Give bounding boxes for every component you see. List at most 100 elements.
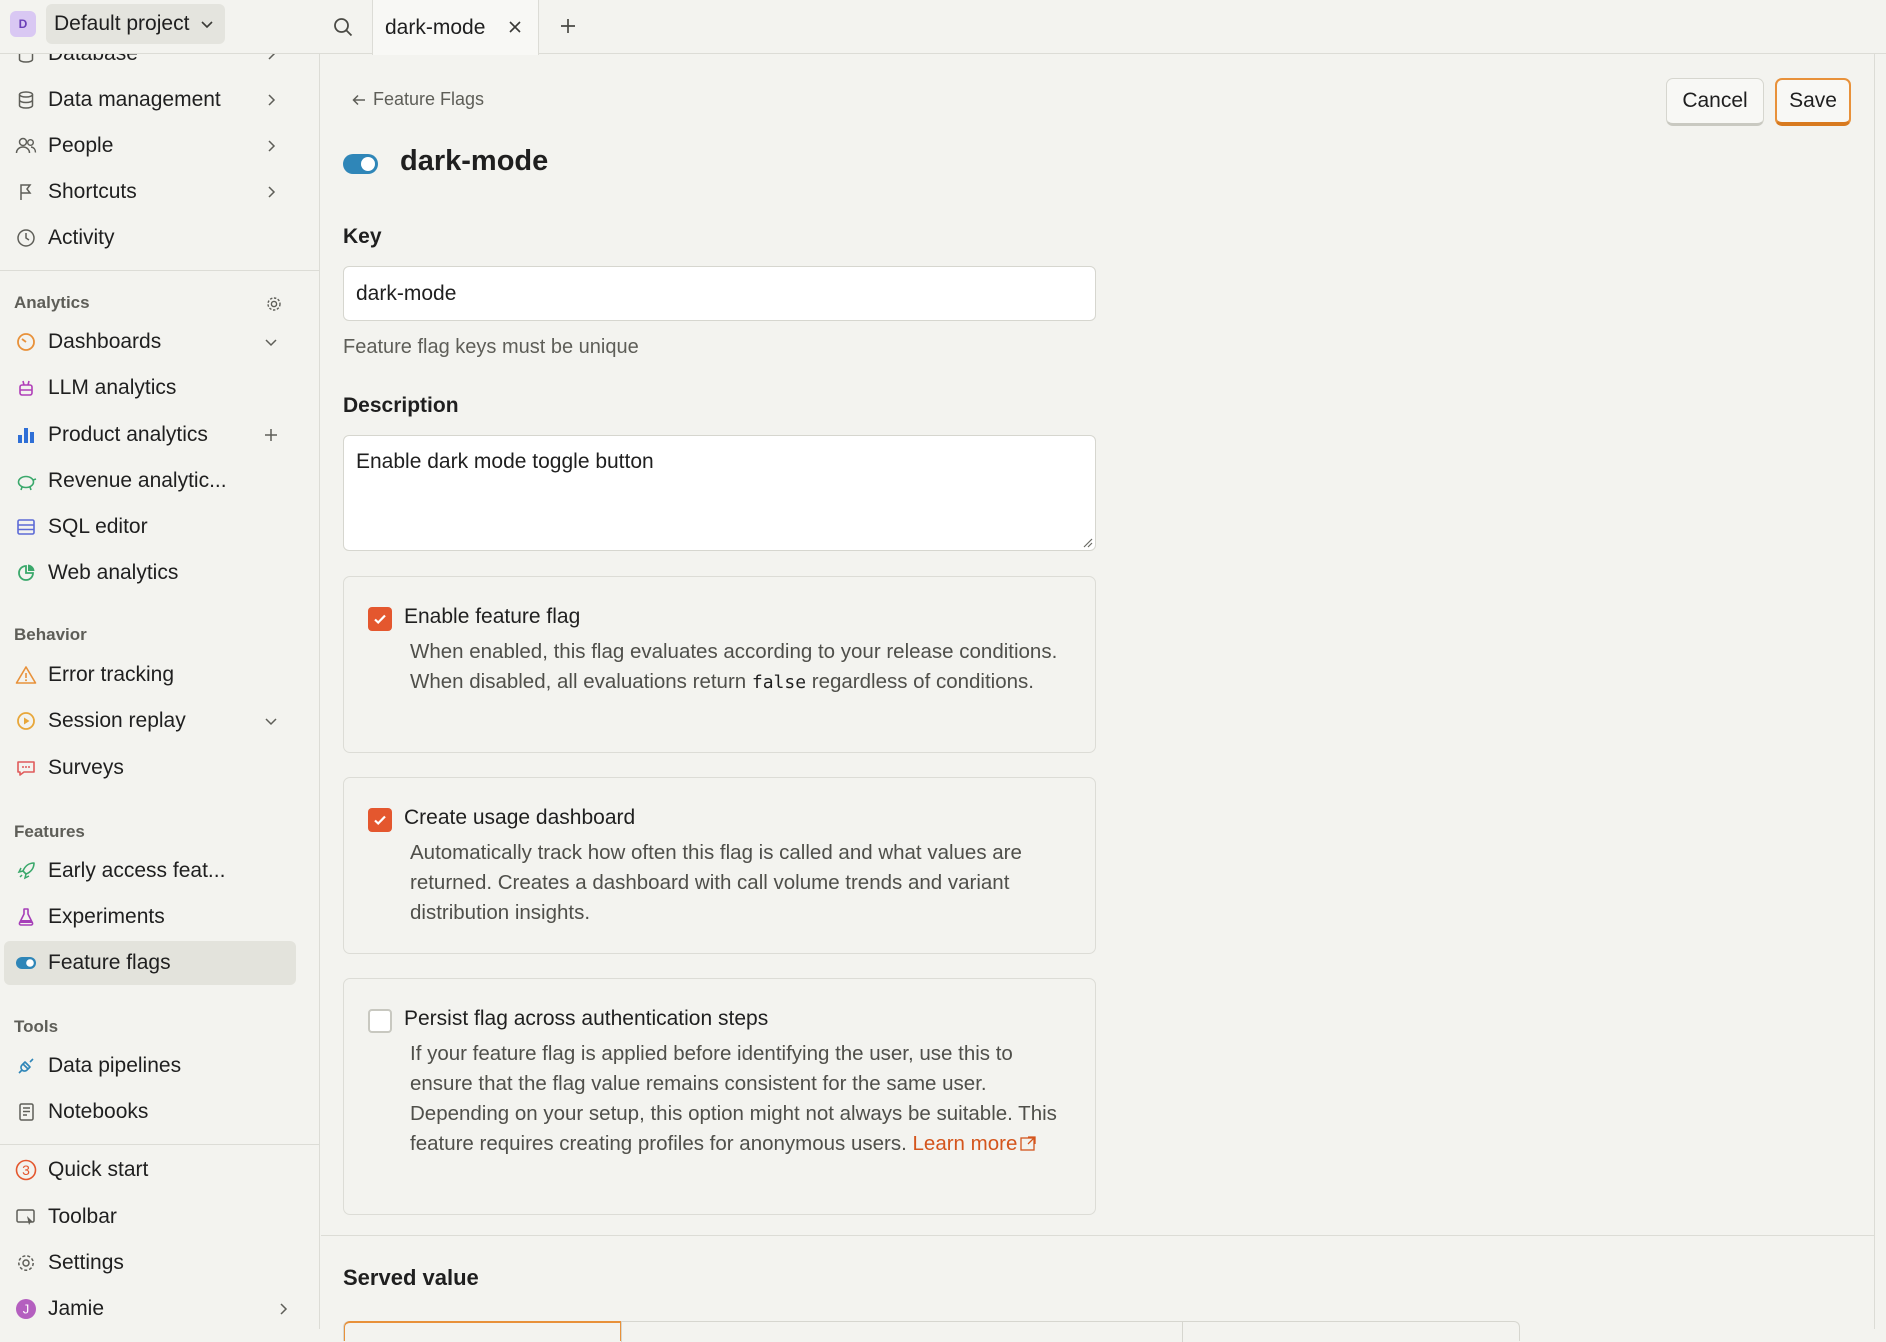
close-icon[interactable]: [504, 16, 526, 38]
sidebar-item-data-pipelines[interactable]: Data pipelines: [4, 1044, 296, 1088]
chevron-down-icon: [199, 16, 215, 32]
sidebar-item-revenue-analytics[interactable]: Revenue analytic...: [4, 459, 296, 503]
shortcut-icon: [14, 180, 38, 204]
sidebar-item-user-jamie[interactable]: J Jamie: [4, 1287, 308, 1329]
description-textarea[interactable]: Enable dark mode toggle button: [343, 435, 1096, 551]
sidebar-item-product-analytics[interactable]: Product analytics: [4, 413, 296, 457]
back-link-feature-flags[interactable]: Feature Flags: [351, 89, 484, 110]
piggy-bank-icon: [14, 469, 38, 493]
learn-more-link[interactable]: Learn more: [913, 1132, 1038, 1155]
play-circle-icon: [14, 709, 38, 733]
project-switcher[interactable]: D Default project: [10, 4, 234, 44]
enable-feature-flag-checkbox[interactable]: [368, 607, 392, 631]
arrow-left-icon: [351, 92, 367, 108]
served-value-segmented-control[interactable]: [343, 1321, 1520, 1342]
sidebar-item-web-analytics[interactable]: Web analytics: [4, 551, 296, 595]
resize-grip-icon[interactable]: [1081, 536, 1093, 548]
main-content: Feature Flags Cancel Save dark-mode Key …: [321, 55, 1876, 1342]
sidebar-item-shortcuts[interactable]: Shortcuts: [4, 170, 296, 214]
sidebar-item-label: Jamie: [48, 1297, 105, 1320]
sidebar-item-label: Settings: [48, 1251, 124, 1274]
sidebar-item-dashboards[interactable]: Dashboards: [4, 320, 296, 364]
section-label-tools: Tools: [14, 1017, 59, 1036]
avatar: J: [14, 1297, 38, 1321]
chat-bubble-icon: [14, 756, 38, 780]
sidebar-item-label: Quick start: [48, 1158, 149, 1181]
sidebar-item-error-tracking[interactable]: Error tracking: [4, 653, 296, 697]
chevron-right-icon: [260, 181, 282, 203]
save-button[interactable]: Save: [1775, 78, 1851, 126]
external-link-icon: [1020, 1136, 1037, 1151]
persist-flag-checkbox[interactable]: [368, 1009, 392, 1033]
learn-more-label: Learn more: [912, 1132, 1018, 1155]
pie-chart-icon: [14, 561, 38, 585]
toolbar-cursor-icon: [14, 1205, 38, 1229]
option-title: Create usage dashboard: [404, 806, 636, 829]
section-label-analytics: Analytics: [14, 293, 90, 312]
flask-icon: [14, 905, 38, 929]
toggle-icon: [14, 951, 38, 975]
new-tab-plus-icon[interactable]: [553, 11, 583, 41]
sidebar-divider: [0, 1144, 319, 1145]
sidebar-item-toolbar[interactable]: Toolbar: [4, 1195, 296, 1239]
database-icon: [14, 54, 38, 66]
cancel-button[interactable]: Cancel: [1666, 78, 1764, 126]
quick-start-count: 3: [22, 1162, 30, 1178]
create-usage-dashboard-checkbox[interactable]: [368, 808, 392, 832]
sidebar-item-surveys[interactable]: Surveys: [4, 746, 296, 790]
sidebar-item-label: Surveys: [48, 756, 124, 779]
sidebar: Database Data management People Shortcut…: [0, 54, 320, 1329]
sidebar-item-label: Revenue analytic...: [48, 469, 227, 492]
sidebar-item-sql-editor[interactable]: SQL editor: [4, 505, 296, 549]
avatar-initial: J: [23, 1302, 30, 1317]
sidebar-item-label: Toolbar: [48, 1205, 117, 1228]
section-label-features: Features: [14, 822, 85, 841]
sidebar-item-settings[interactable]: Settings: [4, 1241, 296, 1285]
quick-start-badge: 3: [14, 1158, 38, 1182]
tab-label: dark-mode: [385, 15, 486, 39]
top-bar: D Default project dark-mode: [0, 0, 1886, 55]
section-divider: [321, 1235, 1876, 1236]
sidebar-item-people[interactable]: People: [4, 124, 296, 168]
sidebar-item-label: LLM analytics: [48, 376, 177, 399]
option-title: Persist flag across authentication steps: [404, 1007, 769, 1030]
sidebar-item-early-access-features[interactable]: Early access feat...: [4, 849, 296, 893]
sidebar-item-activity[interactable]: Activity: [4, 216, 296, 260]
segment-divider: [1182, 1322, 1183, 1342]
sidebar-item-label: Dashboards: [48, 330, 162, 353]
sidebar-item-experiments[interactable]: Experiments: [4, 895, 296, 939]
search-icon[interactable]: [328, 12, 358, 42]
tab-dark-mode[interactable]: dark-mode: [372, 0, 539, 55]
key-input[interactable]: dark-mode: [343, 266, 1096, 321]
sidebar-item-database[interactable]: Database: [4, 54, 296, 76]
plus-icon[interactable]: [260, 424, 282, 446]
description-label: Description: [343, 394, 459, 417]
plug-icon: [14, 1054, 38, 1078]
warning-triangle-icon: [14, 663, 38, 687]
sidebar-item-session-replay[interactable]: Session replay: [4, 699, 296, 743]
database-icon: [14, 88, 38, 112]
chevron-right-icon: [260, 54, 282, 65]
sidebar-item-data-management[interactable]: Data management: [4, 78, 296, 122]
option-description-text: regardless of conditions.: [806, 670, 1034, 693]
sidebar-item-label: Product analytics: [48, 423, 208, 446]
sidebar-item-notebooks[interactable]: Notebooks: [4, 1090, 296, 1134]
project-switcher-button[interactable]: Default project: [46, 4, 226, 44]
checkmark-icon: [374, 815, 386, 826]
served-value-option-selected[interactable]: [344, 1321, 621, 1341]
flag-enabled-toggle[interactable]: [343, 154, 378, 174]
gear-icon: [14, 1251, 38, 1275]
sidebar-item-llm-analytics[interactable]: LLM analytics: [4, 366, 296, 410]
sidebar-item-label: SQL editor: [48, 515, 148, 538]
sidebar-item-feature-flags[interactable]: Feature flags: [4, 941, 296, 985]
option-description: Automatically track how often this flag …: [410, 841, 1022, 924]
served-value-heading: Served value: [343, 1265, 479, 1290]
llm-robot-icon: [14, 376, 38, 400]
option-description: When enabled, this flag evaluates accord…: [410, 637, 1080, 698]
sidebar-item-quick-start[interactable]: 3 Quick start: [4, 1148, 296, 1192]
chevron-right-icon: [272, 1298, 294, 1320]
sidebar-item-label: Session replay: [48, 709, 186, 732]
gear-icon[interactable]: [262, 292, 286, 316]
sidebar-item-label: Data pipelines: [48, 1054, 182, 1077]
scrollbar-track[interactable]: [1874, 54, 1886, 1329]
